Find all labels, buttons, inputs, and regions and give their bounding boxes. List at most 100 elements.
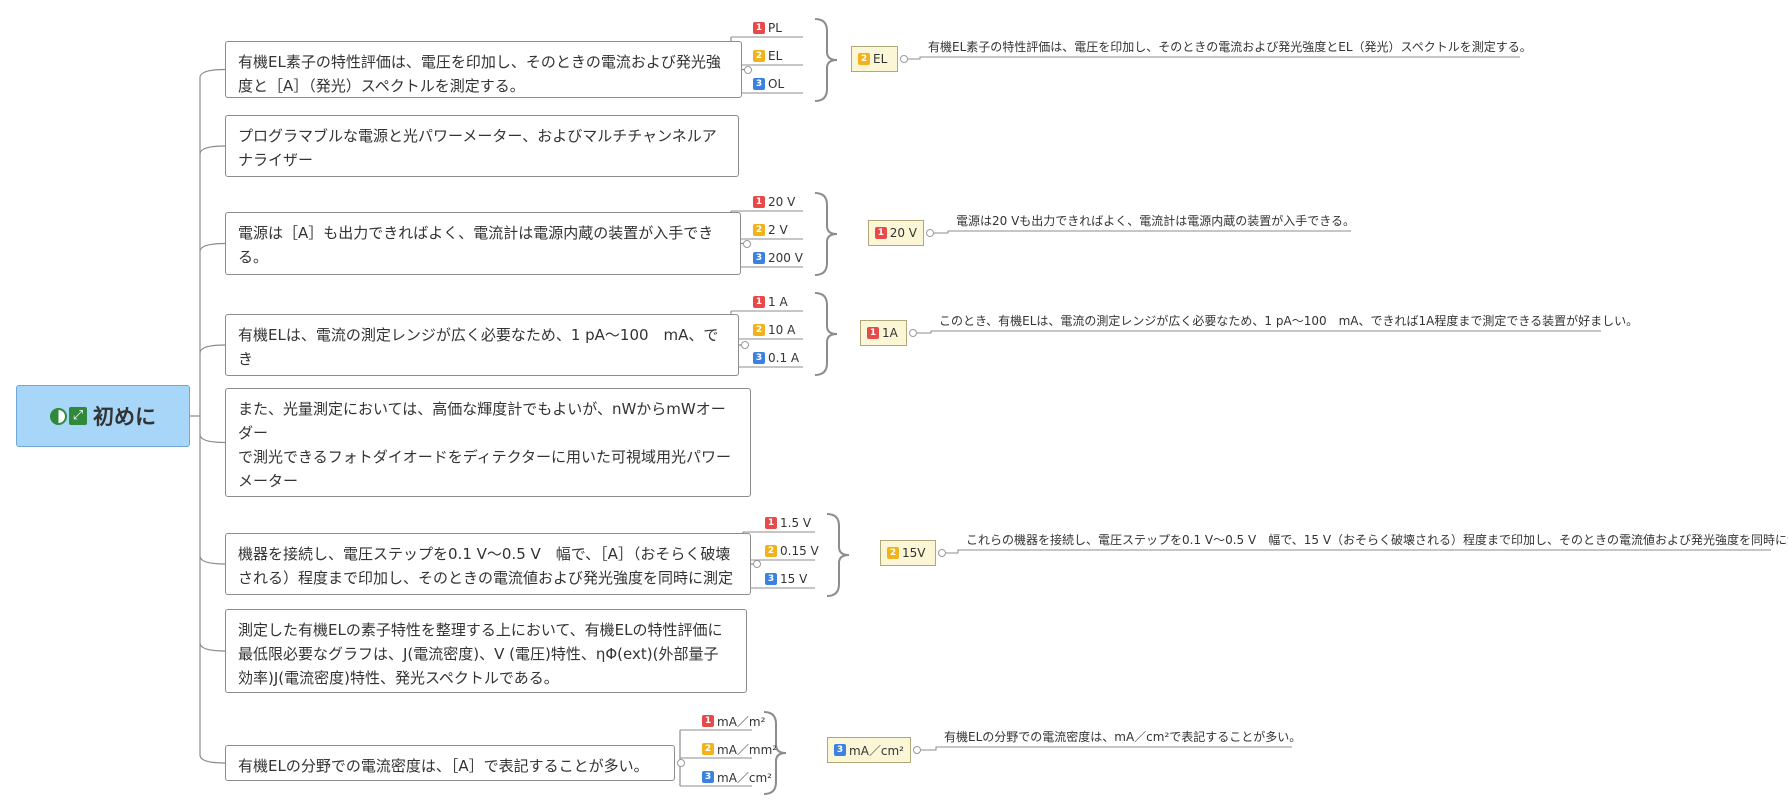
note-4: このとき、有機ELは、電流の測定レンジが広く必要なため、1 pA～100 mA、…	[939, 314, 1639, 328]
topic-4[interactable]: 有機ELは、電流の測定レンジが広く必要なため、1 pA～100 mA、でき れば…	[225, 314, 739, 376]
topic-2[interactable]: プログラマブルな電源と光パワーメーター、およびマルチチャンネルアナライザー があ…	[225, 115, 739, 177]
topic-3-collapse-knob[interactable]	[743, 239, 751, 248]
branch-connector	[199, 642, 226, 652]
answer-number-badge: 1	[867, 327, 879, 339]
note-underline	[934, 230, 1351, 234]
answer-1-collapse-knob[interactable]	[900, 55, 908, 63]
root-title: 初めに	[93, 405, 156, 429]
topic-8-collapse-knob[interactable]	[677, 759, 685, 767]
curly-brace	[826, 513, 850, 597]
option-6-2[interactable]: 2 0.15 V	[765, 542, 819, 560]
note-underline	[917, 330, 1601, 334]
note-8: 有機ELの分野での電流密度は、mA／cm²で表記することが多い。	[944, 730, 1302, 744]
topic-8[interactable]: 有機ELの分野での電流密度は、［A］で表記することが多い。	[225, 745, 675, 781]
answer-4[interactable]: 1 1A	[860, 320, 907, 346]
root-icons: ⤢	[50, 407, 87, 425]
topic-6-collapse-knob[interactable]	[753, 560, 761, 568]
option-number-badge: 1	[702, 715, 714, 727]
option-number-badge: 3	[753, 252, 765, 264]
option-8-1[interactable]: 1 mA／m²	[702, 712, 765, 730]
topic-1[interactable]: 有機EL素子の特性評価は、電圧を印加し、そのときの電流および発光強 度と［A］（…	[225, 41, 742, 98]
topic-3[interactable]: 電源は［A］も出力できればよく、電流計は電源内蔵の装置が入手でき る。	[225, 212, 741, 275]
option-3-2[interactable]: 22 V	[753, 221, 788, 239]
note-1: 有機EL素子の特性評価は、電圧を印加し、そのときの電流および発光強度とEL（発光…	[928, 40, 1532, 54]
option-6-3[interactable]: 3 15 V	[765, 570, 807, 588]
answer-8[interactable]: 3 mA／cm²	[827, 737, 911, 763]
option-label: 15 V	[780, 572, 808, 586]
option-number-badge: 1	[753, 196, 765, 208]
branch-connector	[199, 145, 226, 155]
curly-brace	[814, 192, 838, 276]
option-label: 1.5 V	[780, 516, 812, 530]
option-number-badge: 3	[702, 771, 714, 783]
option-number-badge: 2	[753, 324, 765, 336]
note-6: これらの機器を接続し、電圧ステップを0.1 V～0.5 V 幅で、15 V（おそ…	[966, 533, 1788, 547]
option-number-badge: 1	[765, 517, 777, 529]
option-4-1[interactable]: 11 A	[753, 293, 788, 311]
topic-1-collapse-knob[interactable]	[744, 65, 752, 74]
answer-label: 15V	[902, 546, 926, 560]
option-number-badge: 2	[765, 545, 777, 557]
curly-brace	[814, 18, 838, 102]
answer-3[interactable]: 1 20 V	[868, 220, 924, 246]
option-label: PL	[768, 21, 782, 35]
option-3-1[interactable]: 1 20 V	[753, 193, 795, 211]
topic-4-collapse-knob[interactable]	[741, 341, 749, 349]
option-1-2[interactable]: 2 EL	[753, 47, 782, 65]
option-number-badge: 3	[765, 573, 777, 585]
arrows-icon: ⤢	[69, 407, 87, 425]
branch-connector	[199, 434, 226, 444]
answer-4-collapse-knob[interactable]	[909, 329, 917, 337]
option-number-badge: 1	[753, 296, 765, 308]
option-label: 200 V	[768, 251, 803, 265]
answer-6-collapse-knob[interactable]	[938, 549, 946, 557]
answer-3-collapse-knob[interactable]	[926, 229, 934, 237]
option-label: 2 V	[768, 223, 788, 237]
option-number-badge: 2	[753, 224, 765, 236]
note-underline	[908, 56, 1520, 60]
option-label: 1 A	[768, 295, 788, 309]
answer-number-badge: 2	[887, 547, 899, 559]
option-label: mA／mm²	[717, 742, 778, 757]
option-label: mA／cm²	[717, 770, 772, 785]
answer-label: mA／cm²	[849, 743, 904, 758]
answer-1[interactable]: 2 EL	[851, 46, 898, 72]
note-underline	[946, 549, 1771, 554]
option-label: 0.1 A	[768, 351, 800, 365]
note-3: 電源は20 Vも出力できればよく、電流計は電源内蔵の装置が入手できる。	[956, 214, 1356, 228]
branch-connector	[199, 344, 226, 354]
option-label: 20 V	[768, 195, 796, 209]
option-number-badge: 3	[753, 352, 765, 364]
option-6-1[interactable]: 1 1.5 V	[765, 514, 811, 532]
topic-5[interactable]: また、光量測定においては、高価な輝度計でもよいが、nWからmWオーダー で測光で…	[225, 388, 751, 497]
branch-connector	[199, 242, 226, 252]
answer-number-badge: 1	[875, 227, 887, 239]
option-1-1[interactable]: 1 PL	[753, 19, 782, 37]
branch-connector	[199, 555, 226, 565]
option-label: 10 A	[768, 323, 796, 337]
topic-6[interactable]: 機器を接続し、電圧ステップを0.1 V～0.5 V 幅で、［A］（おそらく破壊 …	[225, 533, 751, 595]
option-8-2[interactable]: 2 mA／mm²	[702, 740, 777, 758]
answer-8-collapse-knob[interactable]	[913, 746, 921, 754]
half-circle-icon	[50, 407, 67, 425]
answer-number-badge: 2	[858, 53, 870, 65]
option-4-3[interactable]: 3 0.1 A	[753, 349, 799, 367]
answer-6[interactable]: 2 15V	[880, 540, 936, 566]
topic-7[interactable]: 測定した有機ELの素子特性を整理する上において、有機ELの特性評価に 最低限必要…	[225, 609, 747, 693]
option-3-3[interactable]: 3 200 V	[753, 249, 803, 267]
option-number-badge: 3	[753, 78, 765, 90]
option-label: OL	[768, 77, 785, 91]
answer-number-badge: 3	[834, 744, 846, 756]
option-4-2[interactable]: 2 10 A	[753, 321, 795, 339]
root-topic[interactable]: ⤢ 初めに	[16, 385, 190, 447]
answer-label: EL	[873, 52, 888, 66]
option-label: mA／m²	[717, 714, 766, 729]
note-underline	[921, 746, 1292, 751]
option-label: EL	[768, 49, 783, 63]
option-1-3[interactable]: 3 OL	[753, 75, 784, 93]
option-8-3[interactable]: 3 mA／cm²	[702, 768, 772, 786]
answer-label: 20 V	[889, 226, 917, 240]
option-number-badge: 2	[702, 743, 714, 755]
option-label: 0.15 V	[780, 544, 819, 558]
branch-connector	[199, 68, 226, 78]
